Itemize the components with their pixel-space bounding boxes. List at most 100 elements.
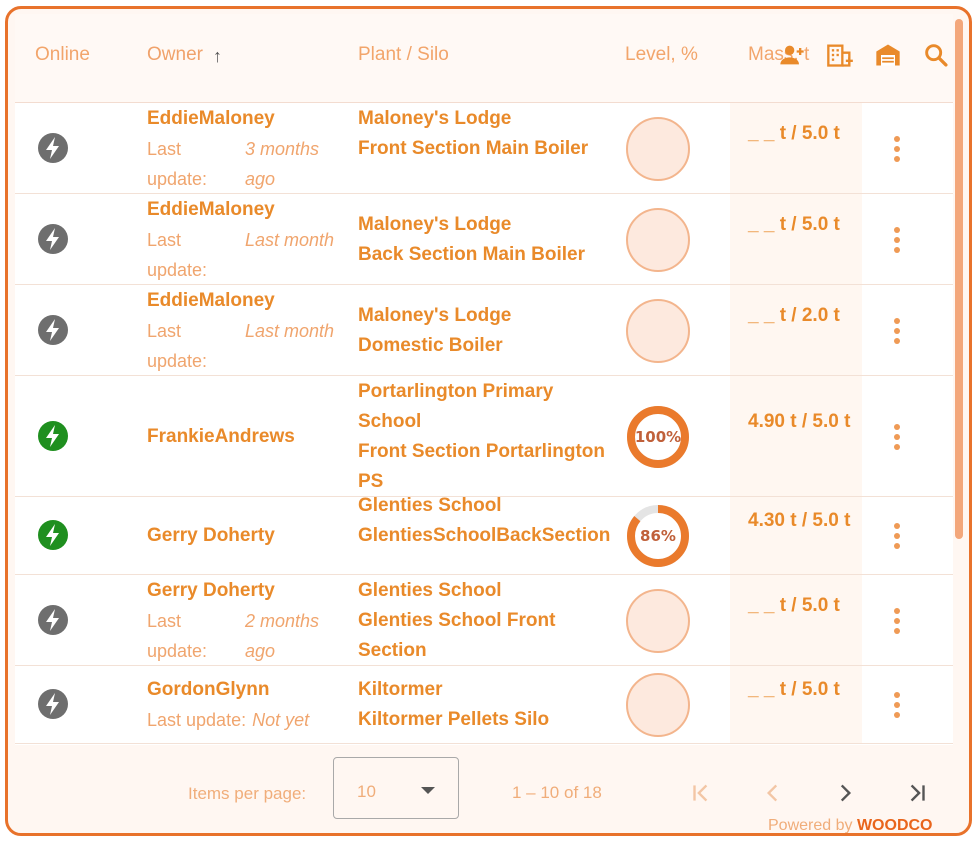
row-menu-button[interactable] xyxy=(883,687,911,723)
table-row[interactable]: GordonGlynn Last update: Not yet Kiltormer K… xyxy=(15,666,953,744)
plant-silo-cell[interactable]: Maloney's Lodge Domestic Boiler xyxy=(358,301,618,361)
last-update-label: Last update: xyxy=(147,230,208,280)
add-building-icon xyxy=(827,44,853,67)
add-user-button[interactable] xyxy=(775,38,809,72)
previous-page-button[interactable] xyxy=(753,773,793,813)
mass-cell: _ _ t / 5.0 t xyxy=(748,595,840,616)
brand-link[interactable]: WOODCO xyxy=(857,817,933,833)
table-row[interactable]: FrankieAndrews Portarlington Primary Scho… xyxy=(15,376,953,497)
row-menu-button[interactable] xyxy=(883,222,911,258)
online-bolt-icon xyxy=(38,420,68,451)
more-vert-dot xyxy=(894,236,900,243)
main-panel: Online Owner ↑ Plant / Silo Level, % Mass… xyxy=(5,6,972,836)
column-header-plant-silo[interactable]: Plant / Silo xyxy=(358,44,449,66)
plant-silo-cell[interactable]: Glenties School Glenties School Front Sec… xyxy=(358,576,618,666)
row-menu-button[interactable] xyxy=(883,603,911,639)
paginator: Items per page: 10 1 – 10 of 18 Powered … xyxy=(8,745,969,833)
owner-name[interactable]: FrankieAndrews xyxy=(147,422,347,452)
plant-name: Portarlington Primary School xyxy=(358,381,554,432)
table-row[interactable]: EddieMaloney Last update: Last month Malone… xyxy=(15,194,953,285)
gauge-percent-label: 100% xyxy=(635,428,681,446)
last-page-button[interactable] xyxy=(897,773,937,813)
last-update-label: Last update: xyxy=(147,139,208,189)
add-plant-button[interactable] xyxy=(823,38,857,72)
level-gauge xyxy=(626,588,690,653)
column-header-owner[interactable]: Owner ↑ xyxy=(147,44,222,67)
last-update-value: Last month xyxy=(245,321,335,341)
level-gauge: 86% xyxy=(627,505,689,567)
offline-bolt-icon xyxy=(38,132,68,163)
first-page-icon xyxy=(693,784,708,802)
last-update: Last update: Last month xyxy=(147,225,347,285)
column-header-online[interactable]: Online xyxy=(35,44,90,66)
owner-cell: FrankieAndrews xyxy=(147,422,347,452)
owner-name[interactable]: Gerry Doherty xyxy=(147,521,347,551)
offline-bolt-icon xyxy=(38,314,68,345)
row-menu-button[interactable] xyxy=(883,518,911,554)
owner-name[interactable]: EddieMaloney xyxy=(147,195,347,225)
more-vert-dot xyxy=(894,617,900,624)
plant-silo-cell[interactable]: Portarlington Primary School Front Sectio… xyxy=(358,377,618,497)
mass-cell: _ _ t / 2.0 t xyxy=(748,305,840,326)
level-gauge xyxy=(626,116,690,181)
last-update: Last update: 3 months ago xyxy=(147,134,347,194)
plant-silo-cell[interactable]: Kiltormer Kiltormer Pellets Silo xyxy=(358,675,618,735)
next-page-button[interactable] xyxy=(825,773,865,813)
more-vert-dot xyxy=(894,533,900,539)
items-per-page-select[interactable]: 10 xyxy=(333,757,459,819)
chevron-right-icon xyxy=(840,784,852,802)
add-silo-button[interactable] xyxy=(871,38,905,72)
gauge-empty-disc xyxy=(626,298,690,363)
gauge-empty-disc xyxy=(626,588,690,653)
more-vert-dot xyxy=(894,627,900,634)
plant-silo-cell[interactable]: Maloney's Lodge Front Section Main Boiler xyxy=(358,104,618,164)
search-button[interactable] xyxy=(919,38,953,72)
level-gauge xyxy=(626,298,690,363)
column-header-owner-label: Owner xyxy=(147,44,203,65)
gauge-empty-disc xyxy=(626,207,690,272)
last-update-label: Last update: xyxy=(147,321,208,371)
last-update-value: 3 months ago xyxy=(245,139,320,189)
search-icon xyxy=(925,44,948,67)
owner-cell: EddieMaloney Last update: Last month xyxy=(147,195,347,285)
last-update-label: Last update: xyxy=(147,611,208,661)
more-vert-dot xyxy=(894,226,900,233)
powered-by-prefix: Powered by xyxy=(768,817,853,834)
owner-name[interactable]: EddieMaloney xyxy=(147,286,347,316)
last-page-icon xyxy=(910,784,925,802)
offline-bolt-icon xyxy=(38,689,68,719)
table-row[interactable]: EddieMaloney Last update: Last month Malone… xyxy=(15,285,953,376)
level-gauge: 100% xyxy=(627,405,689,468)
more-vert-dot xyxy=(894,155,900,162)
row-menu-button[interactable] xyxy=(883,313,911,349)
row-menu-button[interactable] xyxy=(883,419,911,455)
owner-name[interactable]: GordonGlynn xyxy=(147,675,347,705)
more-vert-dot xyxy=(894,607,900,614)
plant-silo-cell[interactable]: Glenties School GlentiesSchoolBackSection xyxy=(358,491,618,551)
dropdown-arrow-icon xyxy=(421,787,435,794)
more-vert-dot xyxy=(894,135,900,142)
owner-name[interactable]: EddieMaloney xyxy=(147,104,347,134)
owner-name[interactable]: Gerry Doherty xyxy=(147,576,347,606)
plant-silo-cell[interactable]: Maloney's Lodge Back Section Main Boiler xyxy=(358,210,618,270)
vertical-scrollbar[interactable] xyxy=(955,19,963,539)
owner-cell: Gerry Doherty Last update: 2 months ago xyxy=(147,576,347,666)
offline-bolt-icon xyxy=(38,604,68,635)
last-update: Last update: Not yet xyxy=(147,705,347,735)
table-row[interactable]: Gerry Doherty Glenties School GlentiesScho… xyxy=(15,495,953,575)
online-bolt-icon xyxy=(38,520,68,550)
column-header-level[interactable]: Level, % xyxy=(625,44,698,66)
table-body: EddieMaloney Last update: 3 months ago Malo… xyxy=(15,103,953,744)
mass-cell: _ _ t / 5.0 t xyxy=(748,123,840,144)
sort-ascending-icon: ↑ xyxy=(212,46,222,66)
row-menu-button[interactable] xyxy=(883,131,911,167)
table-row[interactable]: Gerry Doherty Last update: 2 months ago Gle… xyxy=(15,575,953,666)
items-per-page-label: Items per page: xyxy=(188,784,307,803)
silo-name: GlentiesSchoolBackSection xyxy=(358,525,611,546)
plant-name: Glenties School xyxy=(358,580,502,601)
table-row[interactable]: EddieMaloney Last update: 3 months ago Malo… xyxy=(15,103,953,194)
last-update-value: Not yet xyxy=(252,710,310,730)
first-page-button[interactable] xyxy=(681,773,721,813)
page-range-label: 1 – 10 of 18 xyxy=(512,783,602,802)
items-per-page-value: 10 xyxy=(357,782,376,801)
